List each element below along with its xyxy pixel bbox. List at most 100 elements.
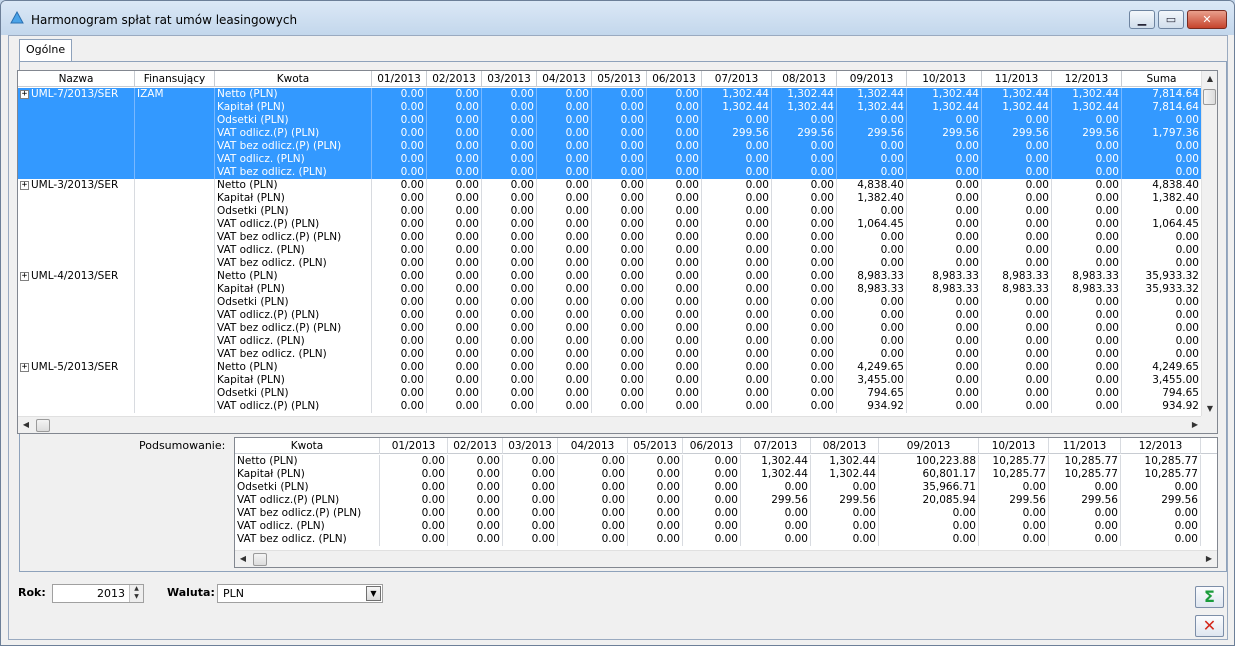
summary-column-header[interactable]: 12/2013 [1121, 438, 1201, 454]
summary-scroll-right-arrow-icon[interactable]: ▶ [1201, 551, 1217, 567]
table-row[interactable]: VAT odlicz.(P) (PLN) 0.00 0.00 0.00 0.00 0.00… [18, 309, 1203, 322]
summary-column-header[interactable]: 03/2013 [503, 438, 558, 454]
column-header[interactable]: 12/2013 [1052, 71, 1122, 87]
summary-column-header[interactable]: 11/2013 [1049, 438, 1121, 454]
summary-column-header[interactable]: 09/2013 [879, 438, 979, 454]
contract-name[interactable]: UML-4/2013/SER [31, 270, 118, 282]
table-row[interactable]: Kapitał (PLN) 0.00 0.00 0.00 0.00 0.00 0.00 1,3… [18, 101, 1203, 114]
expand-plus-icon[interactable]: + [20, 89, 29, 99]
year-spinner[interactable]: 2013 ▲ ▼ [52, 584, 144, 603]
column-header[interactable]: 08/2013 [772, 71, 837, 87]
summary-column-header[interactable]: 10/2013 [979, 438, 1049, 454]
vertical-scrollbar[interactable]: ▲ ▼ [1201, 71, 1217, 417]
column-header[interactable]: 02/2013 [427, 71, 482, 87]
contract-name-cell[interactable] [18, 231, 135, 244]
contract-name-cell[interactable] [18, 244, 135, 257]
contract-name-cell[interactable] [18, 335, 135, 348]
column-header[interactable]: 06/2013 [647, 71, 702, 87]
column-header[interactable]: 09/2013 [837, 71, 907, 87]
summary-scroll-left-arrow-icon[interactable]: ◀ [235, 551, 251, 567]
contract-name-cell[interactable] [18, 400, 135, 413]
table-row[interactable]: + UML-5/2013/SER Netto (PLN) 0.00 0.00 0.00 0.… [18, 361, 1203, 374]
table-row[interactable]: VAT bez odlicz.(P) (PLN) 0.00 0.00 0.00 0.00… [18, 140, 1203, 153]
summary-row[interactable]: VAT odlicz.(P) (PLN) 0.00 0.00 0.00 0.00 0.00… [235, 494, 1217, 507]
summary-row[interactable]: VAT bez odlicz. (PLN) 0.00 0.00 0.00 0.00 0.0… [235, 533, 1217, 546]
contract-name-cell[interactable] [18, 257, 135, 270]
dropdown-arrow-icon[interactable]: ▼ [366, 586, 381, 601]
summary-column-header[interactable]: 07/2013 [741, 438, 811, 454]
contract-name-cell[interactable] [18, 387, 135, 400]
expand-plus-icon[interactable]: + [20, 362, 29, 372]
summary-row[interactable]: Odsetki (PLN) 0.00 0.00 0.00 0.00 0.00 0.00 0.0… [235, 481, 1217, 494]
table-row[interactable]: Odsetki (PLN) 0.00 0.00 0.00 0.00 0.00 0.00 0.0… [18, 387, 1203, 400]
contract-name-cell[interactable] [18, 153, 135, 166]
contract-name-cell[interactable] [18, 309, 135, 322]
contract-name-cell[interactable]: + UML-7/2013/SER [18, 88, 135, 101]
summary-column-header[interactable]: 06/2013 [683, 438, 741, 454]
table-row[interactable]: VAT odlicz. (PLN) 0.00 0.00 0.00 0.00 0.00 0.0… [18, 335, 1203, 348]
contract-name-cell[interactable] [18, 296, 135, 309]
table-row[interactable]: VAT odlicz. (PLN) 0.00 0.00 0.00 0.00 0.00 0.0… [18, 244, 1203, 257]
summary-scroll-thumb[interactable] [253, 553, 267, 566]
column-header[interactable]: Finansujący [135, 71, 215, 87]
summary-column-header[interactable]: 01/2013 [380, 438, 448, 454]
table-row[interactable]: Kapitał (PLN) 0.00 0.00 0.00 0.00 0.00 0.00 0.0… [18, 283, 1203, 296]
summary-column-header[interactable]: 05/2013 [628, 438, 683, 454]
summary-row[interactable]: VAT bez odlicz.(P) (PLN) 0.00 0.00 0.00 0.00… [235, 507, 1217, 520]
contract-name-cell[interactable] [18, 374, 135, 387]
expand-plus-icon[interactable]: + [20, 271, 29, 281]
minimize-button[interactable]: ▁ [1129, 10, 1155, 29]
contract-name-cell[interactable] [18, 205, 135, 218]
contract-name-cell[interactable] [18, 218, 135, 231]
column-header[interactable]: 01/2013 [372, 71, 427, 87]
table-row[interactable]: + UML-4/2013/SER Netto (PLN) 0.00 0.00 0.00 0.… [18, 270, 1203, 283]
table-row[interactable]: VAT bez odlicz. (PLN) 0.00 0.00 0.00 0.00 0.0… [18, 348, 1203, 361]
spinner-arrows-icon[interactable]: ▲ ▼ [129, 585, 143, 602]
summary-row[interactable]: Kapitał (PLN) 0.00 0.00 0.00 0.00 0.00 0.00 1,3… [235, 468, 1217, 481]
table-row[interactable]: VAT odlicz.(P) (PLN) 0.00 0.00 0.00 0.00 0.00… [18, 127, 1203, 140]
column-header[interactable]: Nazwa [18, 71, 135, 87]
expand-plus-icon[interactable]: + [20, 180, 29, 190]
contract-name-cell[interactable] [18, 140, 135, 153]
contract-name-cell[interactable] [18, 101, 135, 114]
contract-name-cell[interactable] [18, 192, 135, 205]
sum-button[interactable]: Σ [1195, 586, 1224, 608]
summary-column-header[interactable]: 08/2013 [811, 438, 879, 454]
table-row[interactable]: VAT odlicz. (PLN) 0.00 0.00 0.00 0.00 0.00 0.0… [18, 153, 1203, 166]
table-row[interactable]: + UML-3/2013/SER Netto (PLN) 0.00 0.00 0.00 0.… [18, 179, 1203, 192]
table-row[interactable]: Odsetki (PLN) 0.00 0.00 0.00 0.00 0.00 0.00 0.0… [18, 114, 1203, 127]
close-button[interactable]: ✕ [1195, 615, 1224, 637]
summary-column-header[interactable]: Kwota [235, 438, 380, 454]
table-row[interactable]: VAT bez odlicz.(P) (PLN) 0.00 0.00 0.00 0.00… [18, 231, 1203, 244]
year-value[interactable]: 2013 [97, 587, 125, 600]
table-row[interactable]: + UML-7/2013/SER IZAM Netto (PLN) 0.00 0.00 0.… [18, 88, 1203, 101]
column-header[interactable]: 04/2013 [537, 71, 592, 87]
summary-column-header[interactable]: 02/2013 [448, 438, 503, 454]
summary-horizontal-scrollbar[interactable]: ◀ ▶ [235, 550, 1217, 567]
contract-name-cell[interactable] [18, 166, 135, 179]
summary-row[interactable]: VAT odlicz. (PLN) 0.00 0.00 0.00 0.00 0.00 0.0… [235, 520, 1217, 533]
column-header[interactable]: 03/2013 [482, 71, 537, 87]
contract-name-cell[interactable] [18, 348, 135, 361]
horizontal-scrollbar[interactable]: ◀ ▶ [18, 416, 1203, 433]
table-row[interactable]: VAT bez odlicz. (PLN) 0.00 0.00 0.00 0.00 0.0… [18, 257, 1203, 270]
contract-name-cell[interactable] [18, 127, 135, 140]
contract-name-cell[interactable] [18, 283, 135, 296]
table-row[interactable]: VAT odlicz.(P) (PLN) 0.00 0.00 0.00 0.00 0.00… [18, 218, 1203, 231]
summary-row[interactable]: Netto (PLN) 0.00 0.00 0.00 0.00 0.00 0.00 1,302… [235, 455, 1217, 468]
column-header[interactable]: 07/2013 [702, 71, 772, 87]
scroll-left-arrow-icon[interactable]: ◀ [18, 417, 34, 433]
vertical-scroll-thumb[interactable] [1203, 89, 1216, 105]
column-header[interactable]: Kwota [215, 71, 372, 87]
contract-name-cell[interactable]: + UML-5/2013/SER [18, 361, 135, 374]
close-window-button[interactable]: ✕ [1187, 10, 1227, 29]
currency-value[interactable]: PLN [223, 587, 244, 600]
currency-select[interactable]: PLN ▼ [217, 584, 383, 603]
summary-column-header[interactable]: 04/2013 [558, 438, 628, 454]
table-row[interactable]: VAT bez odlicz.(P) (PLN) 0.00 0.00 0.00 0.00… [18, 322, 1203, 335]
tab-ogolne[interactable]: Ogólne [19, 39, 73, 61]
contract-name-cell[interactable]: + UML-3/2013/SER [18, 179, 135, 192]
contract-name-cell[interactable]: + UML-4/2013/SER [18, 270, 135, 283]
scroll-up-arrow-icon[interactable]: ▲ [1202, 71, 1217, 87]
column-header[interactable]: 10/2013 [907, 71, 982, 87]
